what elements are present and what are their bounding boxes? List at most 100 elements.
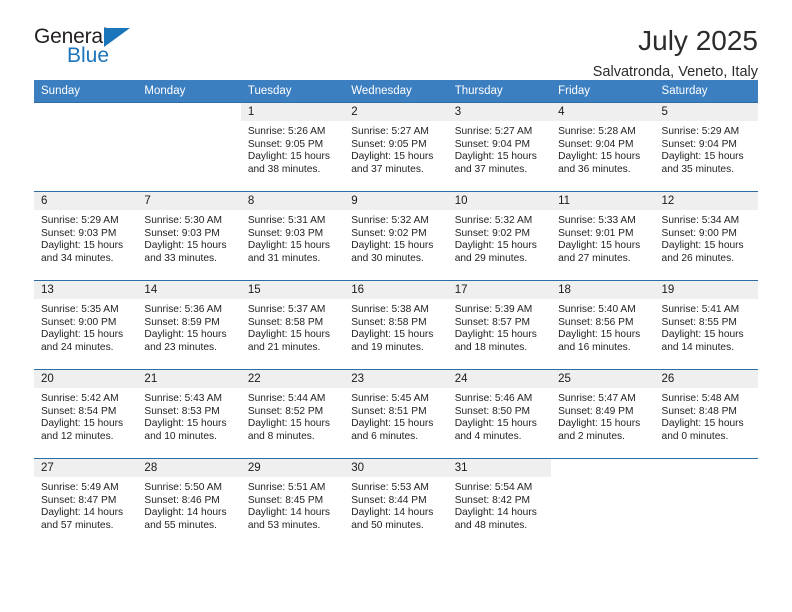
day-details: Sunrise: 5:47 AM Sunset: 8:49 PM Daylight:…: [551, 388, 654, 443]
calendar-day-cell[interactable]: 23 Sunrise: 5:45 AM Sunset: 8:51 PM Dayligh…: [344, 369, 448, 459]
sunset-text: Sunset: 9:03 PM: [144, 227, 220, 239]
calendar-day-cell[interactable]: 17 Sunrise: 5:39 AM Sunset: 8:57 PM Dayligh…: [447, 280, 552, 370]
day-details: Sunrise: 5:48 AM Sunset: 8:48 PM Daylight:…: [655, 388, 758, 443]
daylight-text-line1: Daylight: 15 hours: [454, 329, 537, 341]
sunrise-text: Sunrise: 5:45 AM: [351, 393, 429, 404]
daylight-text-line2: and 16 minutes.: [558, 341, 631, 353]
calendar-day-cell[interactable]: 18 Sunrise: 5:40 AM Sunset: 8:56 PM Dayligh…: [551, 280, 655, 370]
sunrise-text: Sunrise: 5:40 AM: [558, 304, 636, 315]
day-details: Sunrise: 5:38 AM Sunset: 8:58 PM Daylight:…: [344, 299, 447, 354]
daylight-text-line1: Daylight: 15 hours: [351, 151, 434, 163]
day-number: 6: [34, 192, 138, 210]
calendar-day-cell-empty: [137, 102, 241, 192]
calendar-week-row: 6 Sunrise: 5:29 AM Sunset: 9:03 PM Daylight…: [34, 191, 758, 281]
weekday-header-sunday: Sunday: [34, 80, 138, 103]
calendar-day-cell[interactable]: 16 Sunrise: 5:38 AM Sunset: 8:58 PM Dayligh…: [344, 280, 448, 370]
calendar-day-cell[interactable]: 28 Sunrise: 5:50 AM Sunset: 8:46 PM Dayligh…: [137, 458, 241, 548]
calendar-week-row: 1 Sunrise: 5:26 AM Sunset: 9:05 PM Daylight…: [34, 102, 758, 192]
daylight-text-line2: and 19 minutes.: [351, 341, 424, 353]
day-details: Sunrise: 5:34 AM Sunset: 9:00 PM Daylight:…: [655, 210, 758, 265]
sunrise-text: Sunrise: 5:38 AM: [351, 304, 429, 315]
weekday-header-thursday: Thursday: [447, 80, 552, 103]
calendar-week-row: 20 Sunrise: 5:42 AM Sunset: 8:54 PM Dayligh…: [34, 369, 758, 459]
calendar-day-cell[interactable]: 22 Sunrise: 5:44 AM Sunset: 8:52 PM Dayligh…: [240, 369, 345, 459]
calendar-day-cell[interactable]: 31 Sunrise: 5:54 AM Sunset: 8:42 PM Dayligh…: [447, 458, 552, 548]
day-details: Sunrise: 5:29 AM Sunset: 9:03 PM Daylight:…: [34, 210, 137, 265]
calendar-day-cell[interactable]: 9 Sunrise: 5:32 AM Sunset: 9:02 PM Daylight…: [344, 191, 448, 281]
calendar-day-cell[interactable]: 19 Sunrise: 5:41 AM Sunset: 8:55 PM Dayligh…: [654, 280, 758, 370]
calendar-day-cell[interactable]: 4 Sunrise: 5:28 AM Sunset: 9:04 PM Daylight…: [551, 102, 655, 192]
calendar-day-cell[interactable]: 15 Sunrise: 5:37 AM Sunset: 8:58 PM Dayligh…: [240, 280, 345, 370]
day-details: Sunrise: 5:32 AM Sunset: 9:02 PM Daylight:…: [344, 210, 447, 265]
calendar-day-cell[interactable]: 24 Sunrise: 5:46 AM Sunset: 8:50 PM Dayligh…: [447, 369, 552, 459]
daylight-text-line1: Daylight: 15 hours: [144, 418, 227, 430]
day-details: Sunrise: 5:32 AM Sunset: 9:02 PM Daylight:…: [448, 210, 551, 265]
daylight-text-line2: and 48 minutes.: [454, 519, 528, 531]
calendar-day-cell[interactable]: 6 Sunrise: 5:29 AM Sunset: 9:03 PM Daylight…: [34, 191, 138, 281]
calendar-day-cell[interactable]: 3 Sunrise: 5:27 AM Sunset: 9:04 PM Daylight…: [447, 102, 552, 192]
sunset-text: Sunset: 8:56 PM: [558, 316, 634, 328]
calendar-day-cell[interactable]: 30 Sunrise: 5:53 AM Sunset: 8:44 PM Dayligh…: [344, 458, 448, 548]
calendar-day-cell[interactable]: 14 Sunrise: 5:36 AM Sunset: 8:59 PM Dayligh…: [137, 280, 241, 370]
day-details: Sunrise: 5:43 AM Sunset: 8:53 PM Daylight:…: [137, 388, 240, 443]
day-details: Sunrise: 5:27 AM Sunset: 9:04 PM Daylight:…: [448, 121, 551, 176]
sunrise-text: Sunrise: 5:42 AM: [41, 393, 119, 404]
calendar-day-cell[interactable]: 8 Sunrise: 5:31 AM Sunset: 9:03 PM Daylight…: [240, 191, 345, 281]
sunset-text: Sunset: 8:50 PM: [454, 405, 531, 417]
calendar-day-cell[interactable]: 12 Sunrise: 5:34 AM Sunset: 9:00 PM Dayligh…: [654, 191, 758, 281]
calendar-page: General Blue July 2025 Salvatronda, Vene…: [0, 0, 792, 612]
sunrise-text: Sunrise: 5:29 AM: [661, 126, 740, 137]
calendar-day-cell[interactable]: 5 Sunrise: 5:29 AM Sunset: 9:04 PM Daylight…: [654, 102, 758, 192]
sunset-text: Sunset: 9:04 PM: [661, 138, 737, 150]
daylight-text-line2: and 29 minutes.: [454, 252, 528, 264]
daylight-text-line1: Daylight: 15 hours: [247, 418, 330, 430]
day-details: Sunrise: 5:37 AM Sunset: 8:58 PM Daylight:…: [241, 299, 344, 354]
calendar-day-cell[interactable]: 25 Sunrise: 5:47 AM Sunset: 8:49 PM Dayligh…: [551, 369, 655, 459]
daylight-text-line2: and 36 minutes.: [558, 163, 631, 175]
day-number: 19: [654, 281, 758, 299]
sunrise-text: Sunrise: 5:34 AM: [661, 215, 740, 226]
sunrise-text: Sunrise: 5:27 AM: [351, 126, 429, 137]
sunset-text: Sunset: 9:04 PM: [454, 138, 531, 150]
day-number: 27: [34, 459, 138, 477]
daylight-text-line1: Daylight: 15 hours: [558, 151, 641, 163]
day-details: Sunrise: 5:44 AM Sunset: 8:52 PM Daylight:…: [241, 388, 344, 443]
daylight-text-line1: Daylight: 15 hours: [351, 418, 434, 430]
calendar-day-cell[interactable]: 29 Sunrise: 5:51 AM Sunset: 8:45 PM Dayligh…: [240, 458, 345, 548]
calendar-day-cell[interactable]: 21 Sunrise: 5:43 AM Sunset: 8:53 PM Dayligh…: [137, 369, 241, 459]
sunset-text: Sunset: 9:03 PM: [41, 227, 117, 239]
day-details: Sunrise: 5:50 AM Sunset: 8:46 PM Daylight:…: [137, 477, 240, 532]
sunset-text: Sunset: 8:58 PM: [247, 316, 324, 328]
sunrise-text: Sunrise: 5:26 AM: [247, 126, 326, 137]
sunrise-text: Sunrise: 5:27 AM: [454, 126, 533, 137]
calendar-day-cell[interactable]: 11 Sunrise: 5:33 AM Sunset: 9:01 PM Dayligh…: [551, 191, 655, 281]
day-details: Sunrise: 5:49 AM Sunset: 8:47 PM Daylight:…: [34, 477, 137, 532]
calendar-day-cell[interactable]: 1 Sunrise: 5:26 AM Sunset: 9:05 PM Daylight…: [240, 102, 345, 192]
daylight-text-line2: and 21 minutes.: [247, 341, 321, 353]
weekday-header-monday: Monday: [137, 80, 241, 103]
calendar-day-cell[interactable]: 27 Sunrise: 5:49 AM Sunset: 8:47 PM Dayligh…: [34, 458, 138, 548]
calendar-day-cell[interactable]: 2 Sunrise: 5:27 AM Sunset: 9:05 PM Daylight…: [344, 102, 448, 192]
daylight-text-line1: Daylight: 15 hours: [247, 151, 330, 163]
sunset-text: Sunset: 8:52 PM: [247, 405, 324, 417]
sunset-text: Sunset: 8:45 PM: [247, 494, 324, 506]
daylight-text-line1: Daylight: 14 hours: [351, 507, 434, 519]
calendar-day-cell[interactable]: 13 Sunrise: 5:35 AM Sunset: 9:00 PM Dayligh…: [34, 280, 138, 370]
calendar-day-cell[interactable]: 10 Sunrise: 5:32 AM Sunset: 9:02 PM Dayligh…: [447, 191, 552, 281]
sunrise-text: Sunrise: 5:46 AM: [454, 393, 533, 404]
sunset-text: Sunset: 9:01 PM: [558, 227, 634, 239]
generalblue-logo: General Blue: [34, 26, 154, 72]
calendar-day-cell[interactable]: 26 Sunrise: 5:48 AM Sunset: 8:48 PM Dayligh…: [654, 369, 758, 459]
calendar-day-cell[interactable]: 7 Sunrise: 5:30 AM Sunset: 9:03 PM Daylight…: [137, 191, 241, 281]
calendar-day-cell[interactable]: 20 Sunrise: 5:42 AM Sunset: 8:54 PM Dayligh…: [34, 369, 138, 459]
day-details: Sunrise: 5:29 AM Sunset: 9:04 PM Daylight:…: [655, 121, 758, 176]
sunset-text: Sunset: 8:46 PM: [144, 494, 220, 506]
daylight-text-line2: and 10 minutes.: [144, 430, 217, 442]
daylight-text-line2: and 53 minutes.: [247, 519, 321, 531]
calendar-body: 1 Sunrise: 5:26 AM Sunset: 9:05 PM Daylight…: [34, 102, 758, 548]
daylight-text-line2: and 18 minutes.: [454, 341, 528, 353]
daylight-text-line2: and 27 minutes.: [558, 252, 631, 264]
sunrise-text: Sunrise: 5:39 AM: [454, 304, 533, 315]
sunrise-text: Sunrise: 5:44 AM: [247, 393, 326, 404]
sunrise-text: Sunrise: 5:29 AM: [41, 215, 119, 226]
